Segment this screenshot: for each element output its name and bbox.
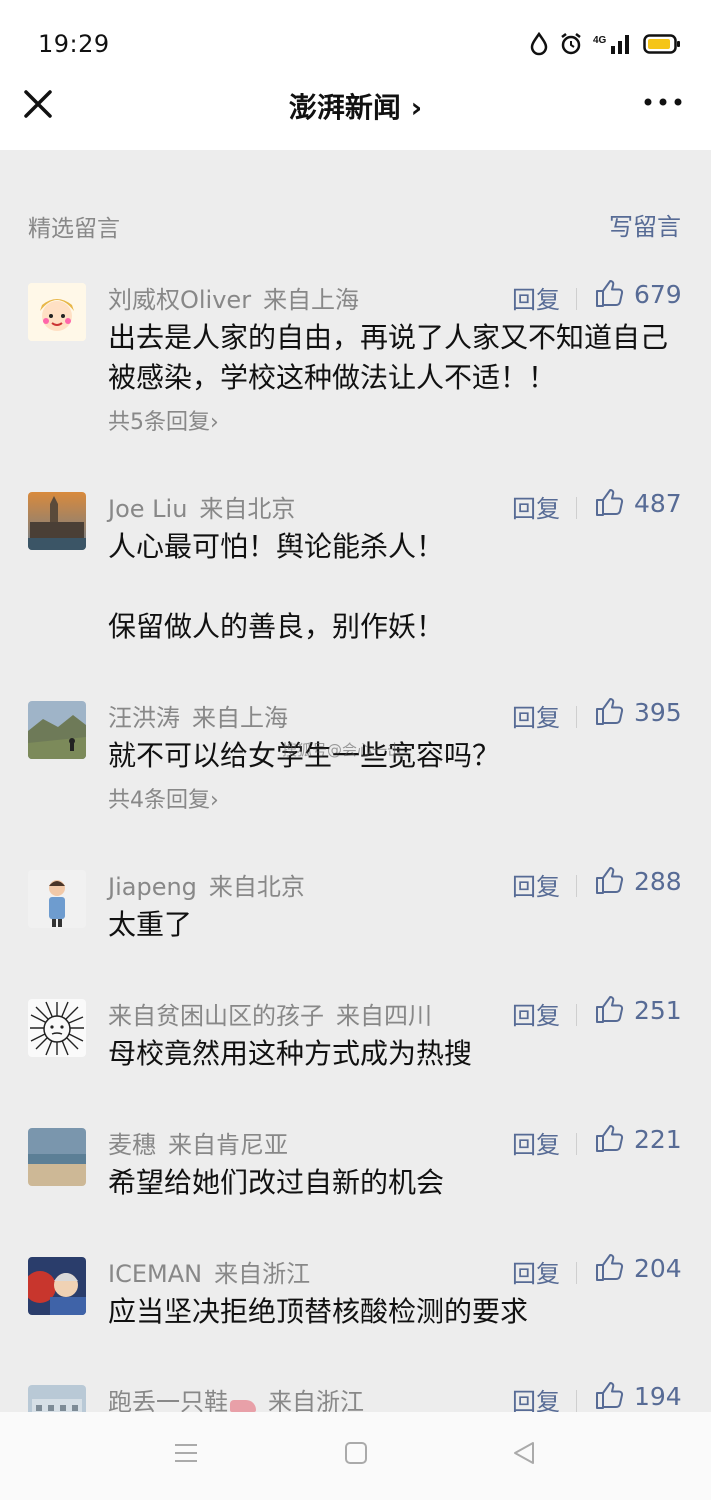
section-header: 精选留言 写留言 xyxy=(0,205,711,245)
reply-button[interactable]: 回复 xyxy=(512,1254,560,1289)
like-count: 395 xyxy=(634,698,682,727)
thumbs-up-icon xyxy=(596,867,624,894)
thumbs-up-icon xyxy=(596,1382,624,1409)
reply-button[interactable]: 回复 xyxy=(512,1125,560,1160)
avatar[interactable] xyxy=(28,701,86,759)
commenter-name[interactable]: ICEMAN xyxy=(108,1260,202,1288)
like-button[interactable]: 487 xyxy=(594,487,684,521)
more-replies-link[interactable]: 共5条回复› xyxy=(108,404,219,436)
commenter-location: 来自北京 xyxy=(208,873,305,901)
like-count: 487 xyxy=(634,489,682,518)
svg-text:4G: 4G xyxy=(593,35,607,46)
like-count: 679 xyxy=(634,280,682,309)
watermark: 搜狐号@会心一击 xyxy=(282,741,403,759)
avatar[interactable] xyxy=(28,999,86,1057)
nav-bar: 澎湃新闻 › xyxy=(0,64,711,150)
comment-text: 人心最可怕！舆论能杀人！ 保留做人的善良，别作妖！ xyxy=(108,530,445,643)
comment-text: 出去是人家的自由，再说了人家又不知道自己被感染，学校这种做法让人不适！！ xyxy=(108,321,669,394)
avatar[interactable] xyxy=(28,283,86,341)
thumbs-up-icon xyxy=(596,698,624,725)
shoe-emoji-icon xyxy=(230,1400,256,1412)
back-icon[interactable] xyxy=(511,1440,537,1466)
thumbs-up-icon xyxy=(596,1125,624,1152)
status-time: 19:29 xyxy=(38,30,110,58)
like-button[interactable]: 395 xyxy=(594,696,684,730)
commenter-name[interactable]: Joe Liu xyxy=(108,495,187,523)
home-icon[interactable] xyxy=(343,1440,369,1466)
avatar[interactable] xyxy=(28,1257,86,1315)
comment-text: 希望给她们改过自新的机会 xyxy=(108,1166,445,1199)
avatar[interactable] xyxy=(28,870,86,928)
thumbs-up-icon xyxy=(596,280,624,307)
write-comment-link[interactable]: 写留言 xyxy=(609,207,681,242)
section-title: 精选留言 xyxy=(28,216,120,242)
like-button[interactable]: 221 xyxy=(594,1123,684,1157)
like-count: 221 xyxy=(634,1125,682,1154)
comment-text: 应当坚决拒绝顶替核酸检测的要求 xyxy=(108,1295,529,1328)
reply-button[interactable]: 回复 xyxy=(512,280,560,315)
reply-button[interactable]: 回复 xyxy=(512,867,560,902)
reply-button[interactable]: 回复 xyxy=(512,489,560,524)
divider xyxy=(576,1262,577,1284)
system-nav-bar xyxy=(0,1412,711,1500)
alarm-icon xyxy=(561,33,581,55)
like-button[interactable]: 204 xyxy=(594,1252,684,1286)
more-replies-link[interactable]: 共4条回复› xyxy=(108,782,219,814)
page-title[interactable]: 澎湃新闻 › xyxy=(0,86,711,126)
reply-button[interactable]: 回复 xyxy=(512,698,560,733)
commenter-name[interactable]: 汪洪涛 xyxy=(108,704,180,732)
divider xyxy=(576,1390,577,1412)
commenter-name[interactable]: Jiapeng xyxy=(108,873,197,901)
commenter-location: 来自浙江 xyxy=(214,1260,311,1288)
comment-text: 母校竟然用这种方式成为热搜 xyxy=(108,1037,473,1070)
like-count: 288 xyxy=(634,867,682,896)
commenter-name[interactable]: 麦穗 xyxy=(108,1131,156,1159)
reply-button[interactable]: 回复 xyxy=(512,996,560,1031)
commenter-location: 来自北京 xyxy=(199,495,296,523)
like-button[interactable]: 288 xyxy=(594,865,684,899)
thumbs-up-icon xyxy=(596,489,624,516)
signal-icon: 4G xyxy=(593,35,629,54)
like-count: 251 xyxy=(634,996,682,1025)
commenter-location: 来自四川 xyxy=(336,1002,432,1030)
divider xyxy=(576,875,577,897)
divider xyxy=(576,288,577,310)
commenter-location: 来自肯尼亚 xyxy=(168,1131,288,1159)
water-drop-icon xyxy=(530,32,548,56)
commenter-location: 来自上海 xyxy=(192,704,288,732)
divider xyxy=(576,706,577,728)
divider xyxy=(576,1004,577,1026)
battery-icon xyxy=(643,34,680,54)
like-button[interactable]: 194 xyxy=(594,1380,684,1414)
commenter-location: 来自上海 xyxy=(263,286,360,314)
like-button[interactable]: 679 xyxy=(594,278,684,312)
status-icons: 4G xyxy=(529,30,681,58)
thumbs-up-icon xyxy=(596,1254,624,1281)
comment-text: 太重了 xyxy=(108,908,193,941)
avatar[interactable] xyxy=(28,1128,86,1186)
avatar[interactable] xyxy=(28,492,86,550)
like-count: 194 xyxy=(634,1382,682,1411)
divider xyxy=(576,497,577,519)
thumbs-up-icon xyxy=(596,996,624,1023)
commenter-name[interactable]: 来自贫困山区的孩子 xyxy=(108,1002,324,1030)
commenter-name[interactable]: 刘威权Oliver xyxy=(108,286,251,314)
divider xyxy=(576,1133,577,1155)
more-icon[interactable] xyxy=(643,92,683,112)
menu-icon[interactable] xyxy=(173,1440,199,1466)
like-button[interactable]: 251 xyxy=(594,994,684,1028)
like-count: 204 xyxy=(634,1254,682,1283)
